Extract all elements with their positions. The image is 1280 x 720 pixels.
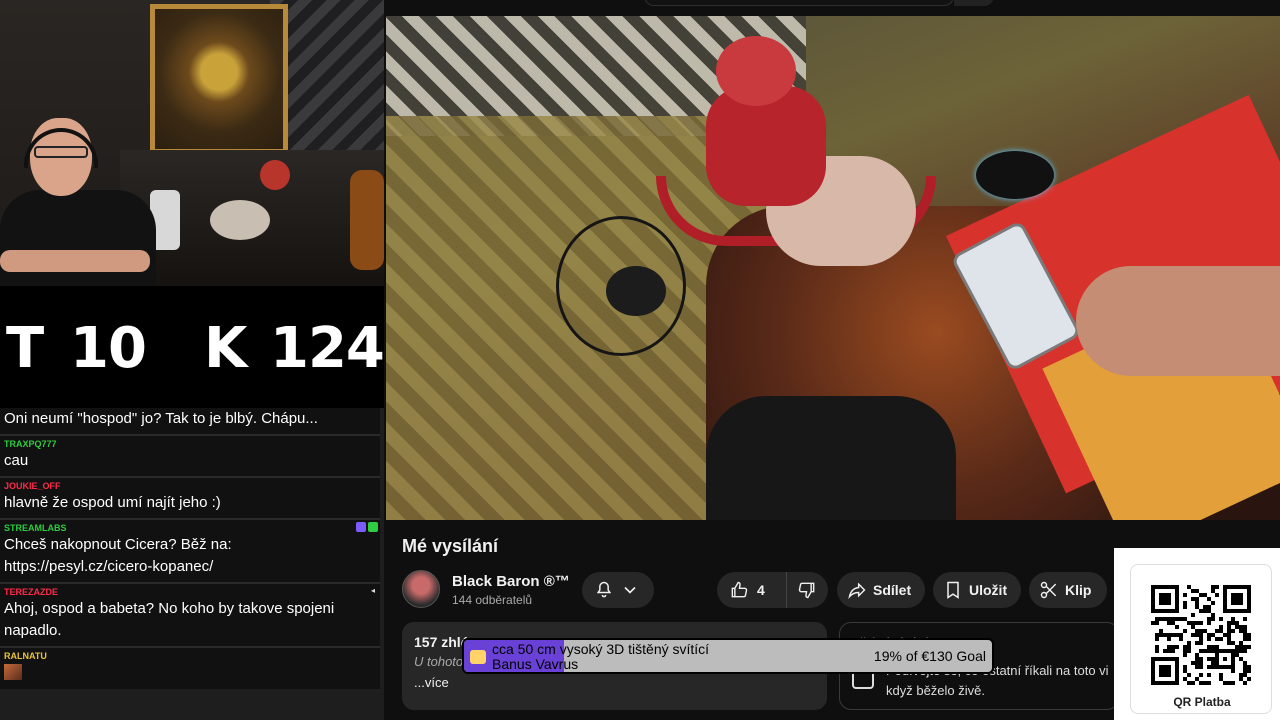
save-label: Uložit <box>969 582 1008 598</box>
notification-bell-button[interactable] <box>582 572 654 608</box>
goal-title: cca 50 cm vysoký 3D tištěný svítící <box>492 641 710 657</box>
thumbs-up-icon <box>731 581 748 598</box>
chat-message: STREAMLABS Chceš nakopnout Cicera? Běž n… <box>0 520 380 584</box>
chat-overlay: Oni neumí "hospod" jo? Tak to je blbý. C… <box>0 408 384 720</box>
qr-card: QR Platba <box>1130 564 1272 714</box>
search-button[interactable] <box>954 0 994 6</box>
chat-message: JOUKIE_OFF hlavně že ospod umí najít jeh… <box>0 478 380 520</box>
verified-badge-icon <box>368 522 378 532</box>
like-dislike-group: 4 <box>717 572 828 608</box>
score-counter: T 10 K 124 <box>0 286 385 408</box>
chat-username: RALNATU <box>4 651 47 661</box>
scissors-icon <box>1040 581 1057 599</box>
video-title: Mé vysílání <box>402 536 499 556</box>
bell-icon <box>596 581 612 598</box>
top-bar <box>384 0 1280 16</box>
clip-label: Klip <box>1065 582 1092 598</box>
clip-button[interactable]: Klip <box>1029 572 1107 608</box>
like-button[interactable]: 4 <box>717 572 787 608</box>
chat-message: Oni neumí "hospod" jo? Tak to je blbý. C… <box>0 408 380 436</box>
search-input[interactable] <box>644 0 954 6</box>
like-count: 4 <box>757 582 765 598</box>
user-badges <box>356 522 378 532</box>
stream-page: T 10 K 124 Oni neumí "hospod" jo? Tak to… <box>0 0 1280 720</box>
video-player[interactable] <box>386 16 1280 520</box>
qr-payment-panel: QR Platba <box>1114 548 1280 720</box>
chat-username: TEREZAZDE <box>4 587 58 597</box>
save-button[interactable]: Uložit <box>933 572 1021 608</box>
chat-message-text: Chceš nakopnout Cicera? Běž na: https://… <box>4 536 232 575</box>
dislike-button[interactable] <box>787 572 827 608</box>
donation-goal-bar: cca 50 cm vysoký 3D tištěný svítící Banu… <box>462 638 994 674</box>
chat-username: JOUKIE_OFF <box>4 481 61 491</box>
chat-message-text: Ahoj, ospod a babeta? No koho by takove … <box>4 600 335 639</box>
channel-avatar[interactable] <box>402 570 440 608</box>
chat-message: RALNATU <box>0 648 380 689</box>
share-label: Sdílet <box>873 582 912 598</box>
goal-amount: 19% of €130 Goal <box>873 648 986 664</box>
streamer <box>0 110 160 286</box>
user-badges: ◂ <box>368 586 378 596</box>
subscriber-count: 144 odběratelů <box>452 593 533 607</box>
share-button[interactable]: Sdílet <box>837 572 925 608</box>
thumbs-down-icon <box>798 582 815 599</box>
counter-k-label: K <box>204 316 247 381</box>
speaker-icon: ◂ <box>370 586 375 595</box>
counter-t-value: 10 <box>70 316 147 381</box>
show-more-link[interactable]: ...více <box>414 675 815 690</box>
chat-username: TRAXPQ777 <box>4 439 57 449</box>
chat-message: TRAXPQ777 cau <box>0 436 380 478</box>
counter-t-label: T <box>6 316 44 381</box>
share-icon <box>848 582 866 600</box>
chat-message-text: hlavně že ospod umí najít jeho :) <box>4 494 221 511</box>
qr-label: QR Platba <box>1173 695 1231 709</box>
counter-k-value: 124 <box>270 316 385 381</box>
chat-message: TEREZAZDE ◂ Ahoj, ospod a babeta? No koh… <box>0 584 380 648</box>
channel-name[interactable]: Black Baron ®™ <box>452 573 570 590</box>
chat-username: STREAMLABS <box>4 523 67 533</box>
webcam-feed <box>0 0 384 286</box>
bookmark-icon <box>947 581 959 599</box>
chat-message-text: cau <box>4 452 29 469</box>
chevron-down-icon <box>624 586 636 594</box>
mod-badge-icon <box>356 522 366 532</box>
sunflower-painting <box>150 4 288 154</box>
goal-icon <box>470 650 486 664</box>
emote-icon <box>4 664 22 680</box>
goal-subtitle: Banus Vavrus <box>492 656 579 672</box>
qr-code-icon <box>1151 585 1251 685</box>
chat-message-text: Oni neumí "hospod" jo? Tak to je blbý. C… <box>4 410 318 427</box>
